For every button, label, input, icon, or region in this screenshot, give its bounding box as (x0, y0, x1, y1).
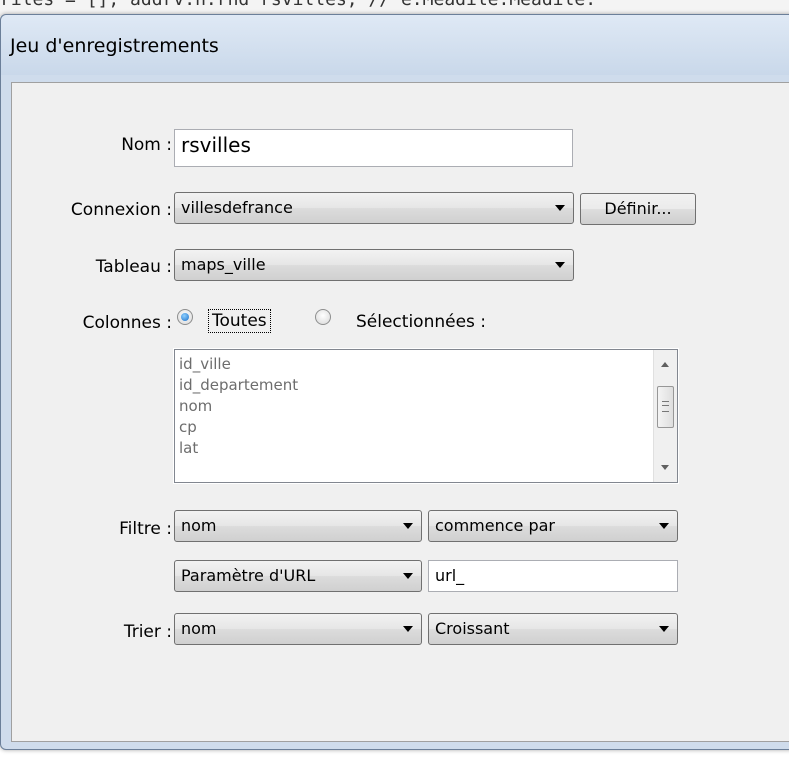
filter-operator-value: commence par (435, 516, 556, 535)
chevron-down-icon (555, 262, 565, 268)
chevron-down-icon (403, 523, 413, 529)
chevron-down-icon (403, 573, 413, 579)
list-item[interactable]: nom (179, 396, 298, 417)
filter-source-select[interactable]: Paramètre d'URL (174, 560, 422, 592)
connection-select-value: villesdefrance (181, 198, 293, 217)
list-item[interactable]: lat (179, 438, 298, 459)
columns-label: Colonnes : (82, 313, 172, 333)
chevron-down-icon (555, 205, 565, 211)
chevron-down-icon (659, 626, 669, 632)
filter-operator-select[interactable]: commence par (428, 510, 678, 542)
dialog-title: Jeu d'enregistrements (10, 35, 219, 57)
sort-column-select[interactable]: nom (174, 613, 422, 645)
columns-scrollbar[interactable] (653, 350, 677, 482)
dialog-client-area: Nom : rsvilles Connexion : villesdefranc… (11, 82, 789, 742)
filter-value-input[interactable]: url_ (428, 560, 678, 592)
list-item[interactable]: id_departement (179, 375, 298, 396)
list-item[interactable]: id_ville (179, 354, 298, 375)
table-select-value: maps_ville (181, 255, 266, 274)
filter-column-select[interactable]: nom (174, 510, 422, 542)
table-label: Tableau : (95, 257, 172, 277)
scroll-down-icon[interactable] (661, 465, 669, 470)
connection-label: Connexion : (70, 200, 172, 220)
columns-selected-radio[interactable] (315, 309, 331, 325)
chevron-down-icon (659, 523, 669, 529)
sort-order-value: Croissant (435, 619, 510, 638)
filter-source-value: Paramètre d'URL (181, 566, 316, 585)
recordset-dialog: Jeu d'enregistrements Nom : rsvilles Con… (0, 14, 789, 750)
columns-selected-label[interactable]: Sélectionnées : (356, 312, 486, 332)
background-code-text: riles = [], addrv.n.rnd rsvilles; // e.M… (0, 0, 596, 10)
name-input[interactable]: rsvilles (174, 129, 573, 167)
define-connection-button[interactable]: Définir... (580, 193, 696, 225)
table-select[interactable]: maps_ville (174, 249, 574, 281)
sort-order-select[interactable]: Croissant (428, 613, 678, 645)
scroll-thumb[interactable] (657, 386, 674, 428)
chevron-down-icon (403, 626, 413, 632)
name-label: Nom : (121, 135, 172, 155)
columns-listbox[interactable]: id_ville id_departement nom cp lat (173, 348, 679, 484)
columns-all-radio[interactable] (177, 309, 193, 325)
filter-label: Filtre : (119, 519, 172, 539)
dialog-titlebar: Jeu d'enregistrements (1, 15, 789, 75)
columns-all-label[interactable]: Toutes (208, 309, 271, 333)
sort-label: Trier : (123, 622, 172, 642)
filter-column-value: nom (181, 516, 217, 535)
sort-column-value: nom (181, 619, 217, 638)
scroll-up-icon[interactable] (661, 362, 669, 367)
connection-select[interactable]: villesdefrance (174, 192, 574, 224)
columns-list: id_ville id_departement nom cp lat (179, 354, 298, 459)
list-item[interactable]: cp (179, 417, 298, 438)
